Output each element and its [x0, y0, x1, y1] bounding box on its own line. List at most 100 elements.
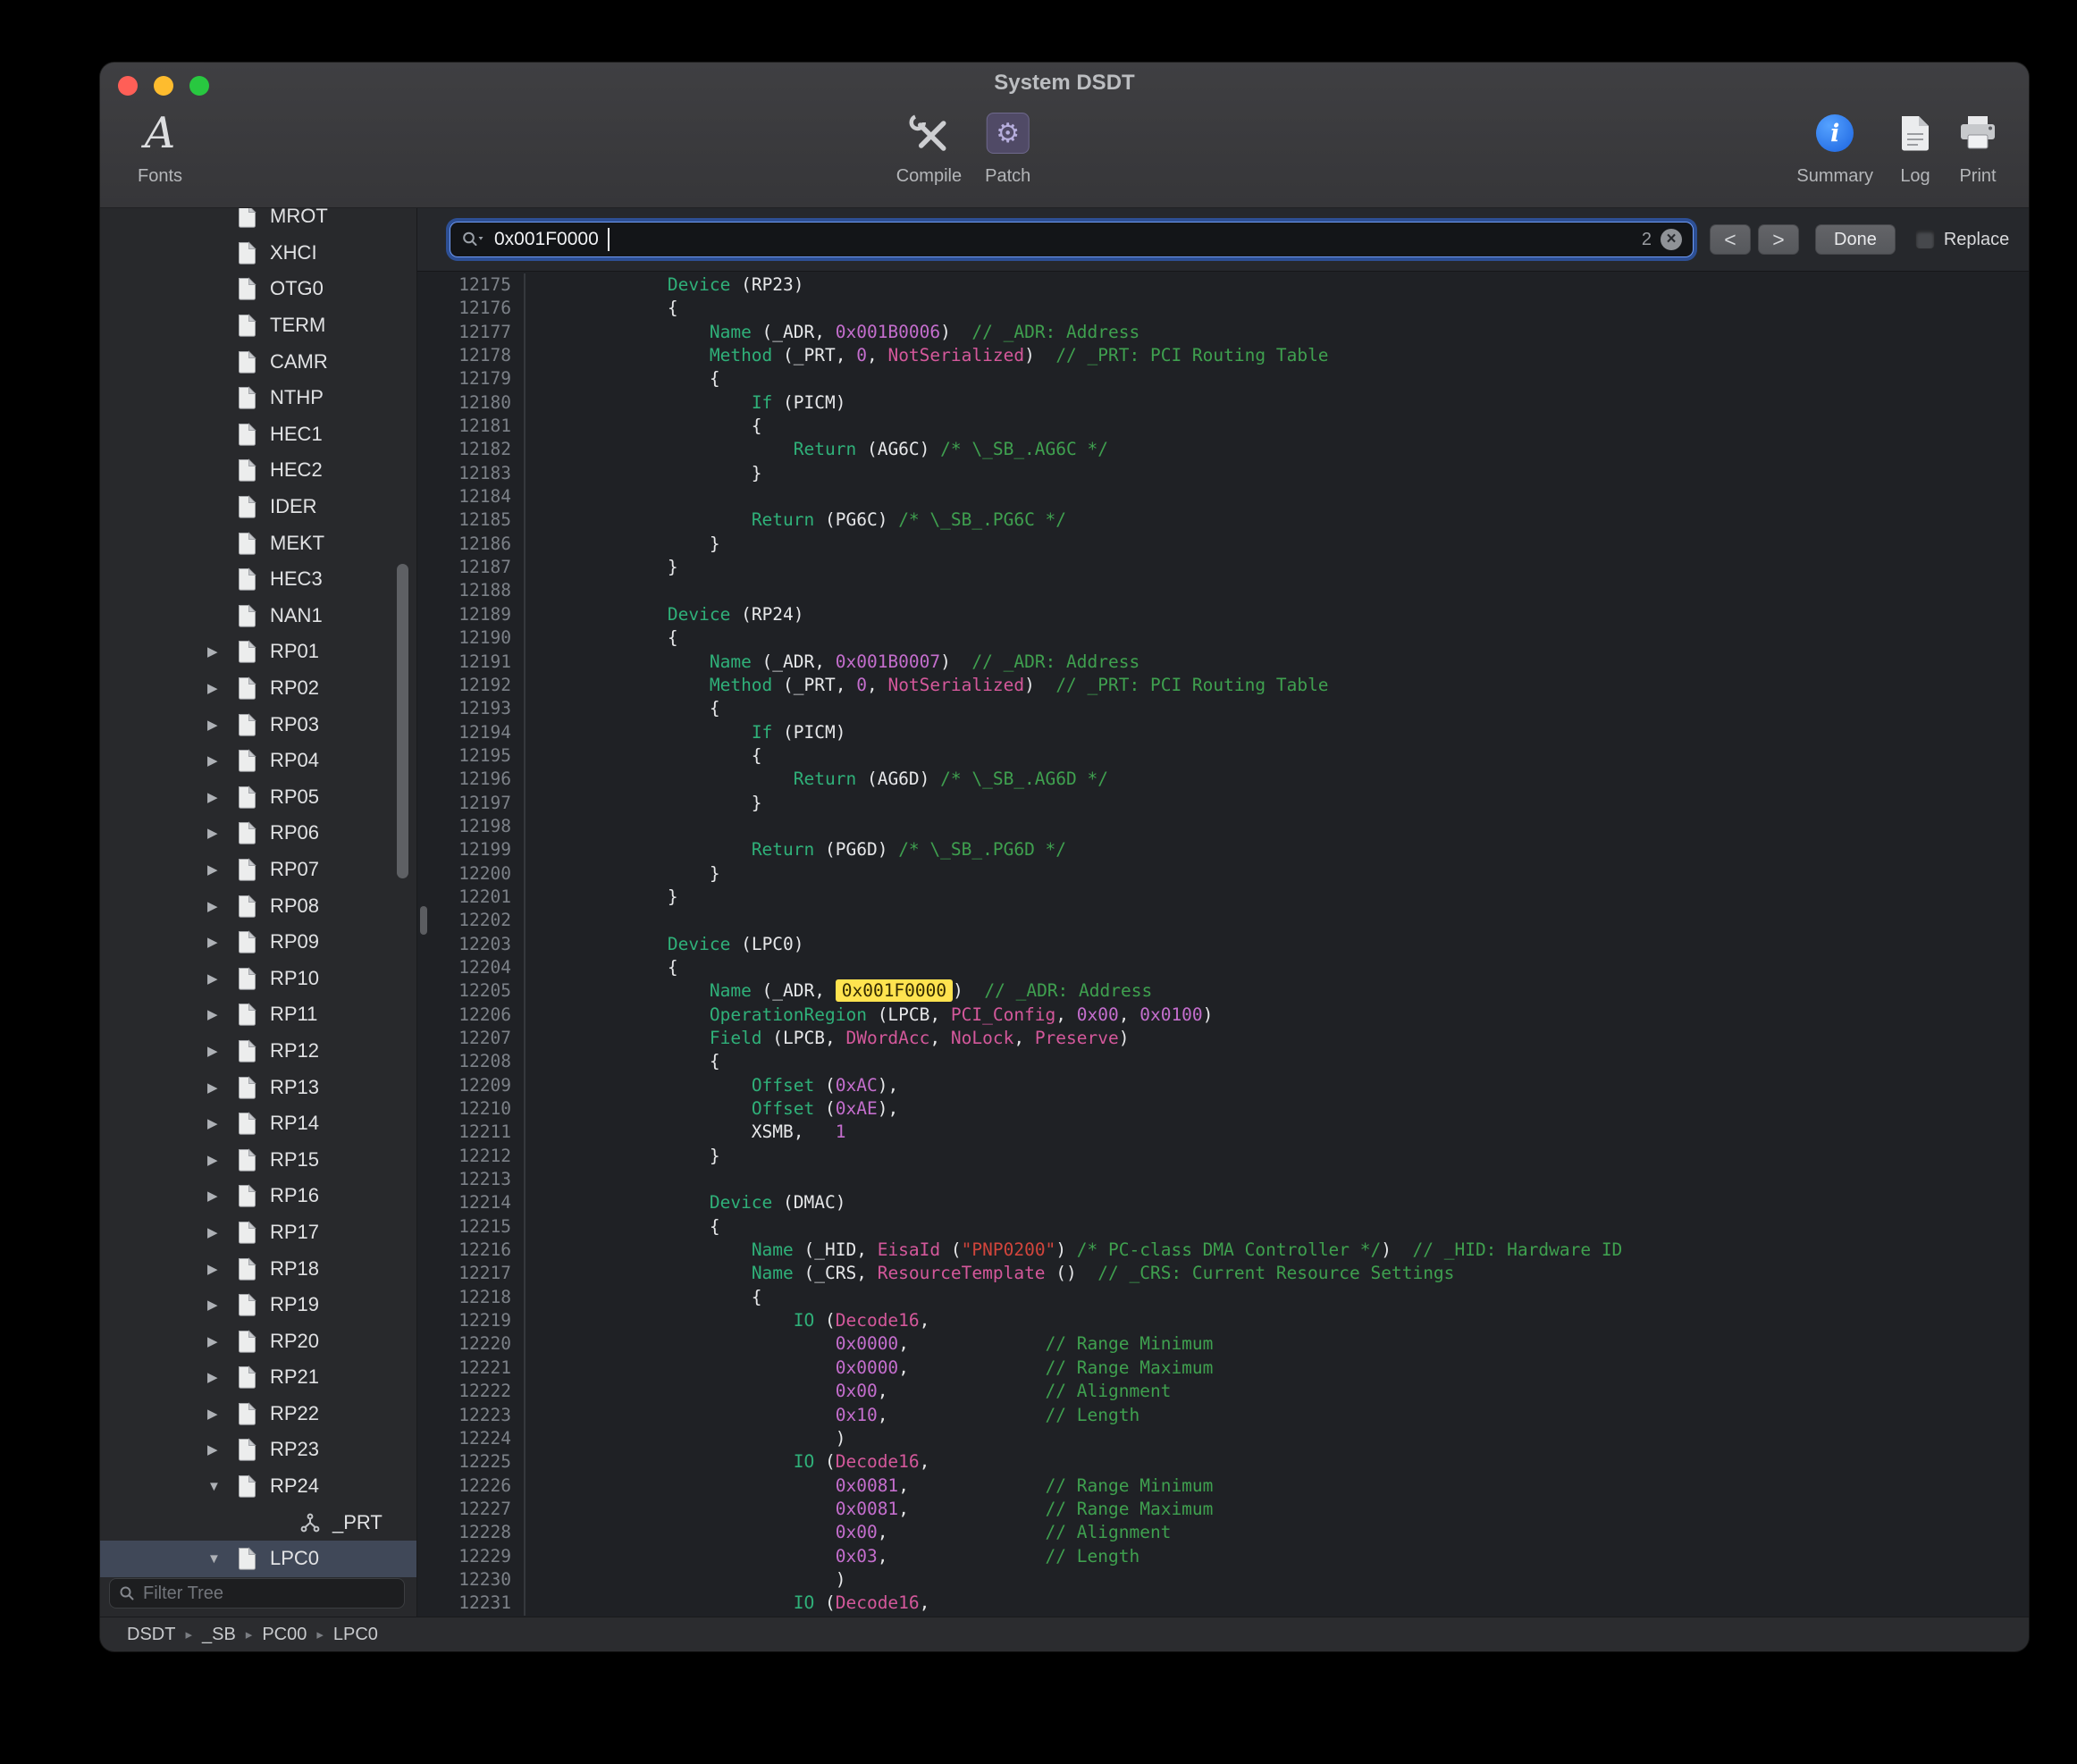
code-line[interactable]: 12217 Name (_CRS, ResourceTemplate () //…: [417, 1262, 2029, 1285]
sidebar-item-rp03[interactable]: ▶RP03: [100, 706, 416, 743]
code-line[interactable]: 12188: [417, 579, 2029, 602]
code-line[interactable]: 12231 IO (Decode16,: [417, 1592, 2029, 1615]
sidebar-item-rp06[interactable]: ▶RP06: [100, 815, 416, 852]
sidebar-item-term[interactable]: TERM: [100, 307, 416, 344]
code-line[interactable]: 12223 0x10, // Length: [417, 1404, 2029, 1427]
code-line[interactable]: 12177 Name (_ADR, 0x001B0006) // _ADR: A…: [417, 321, 2029, 344]
code-line[interactable]: 12205 Name (_ADR, 0x001F0000) // _ADR: A…: [417, 979, 2029, 1003]
sidebar-item-hec3[interactable]: HEC3: [100, 561, 416, 598]
code-line[interactable]: 12199 Return (PG6D) /* \_SB_.PG6D */: [417, 838, 2029, 861]
code-line[interactable]: 12175 Device (RP23): [417, 273, 2029, 297]
sidebar-item-rp17[interactable]: ▶RP17: [100, 1214, 416, 1251]
sidebar-item-rp08[interactable]: ▶RP08: [100, 887, 416, 924]
sidebar-item-rp05[interactable]: ▶RP05: [100, 779, 416, 816]
chevron-right-icon[interactable]: ▶: [207, 1006, 238, 1022]
code-line[interactable]: 12209 Offset (0xAC),: [417, 1074, 2029, 1097]
sidebar-item-lpc0[interactable]: ▼LPC0: [100, 1541, 416, 1577]
code-line[interactable]: 12214 Device (DMAC): [417, 1191, 2029, 1214]
chevron-right-icon[interactable]: ▶: [207, 861, 238, 878]
compile-button[interactable]: Compile: [896, 104, 962, 187]
sidebar-item-rp12[interactable]: ▶RP12: [100, 1033, 416, 1070]
code-line[interactable]: 12196 Return (AG6D) /* \_SB_.AG6D */: [417, 768, 2029, 791]
chevron-right-icon[interactable]: ▶: [207, 717, 238, 733]
code-line[interactable]: 12212 }: [417, 1145, 2029, 1168]
code-line[interactable]: 12184: [417, 485, 2029, 508]
sidebar-item-camr[interactable]: CAMR: [100, 343, 416, 380]
sidebar-item-rp21[interactable]: ▶RP21: [100, 1359, 416, 1396]
chevron-right-icon[interactable]: ▶: [207, 1188, 238, 1204]
filter-tree-input[interactable]: Filter Tree: [109, 1578, 405, 1609]
sidebar-item-rp14[interactable]: ▶RP14: [100, 1105, 416, 1142]
code-line[interactable]: 12187 }: [417, 556, 2029, 579]
code-line[interactable]: 12193 {: [417, 697, 2029, 720]
code-line[interactable]: 12198: [417, 815, 2029, 838]
done-button[interactable]: Done: [1815, 224, 1896, 255]
chevron-right-icon[interactable]: ▶: [207, 752, 238, 769]
code-line[interactable]: 12221 0x0000, // Range Maximum: [417, 1357, 2029, 1380]
code-line[interactable]: 12208 {: [417, 1050, 2029, 1073]
sidebar-item-rp24[interactable]: ▼RP24: [100, 1468, 416, 1505]
code-line[interactable]: 12207 Field (LPCB, DWordAcc, NoLock, Pre…: [417, 1027, 2029, 1050]
find-next-button[interactable]: >: [1758, 224, 1799, 255]
sidebar-item-nan1[interactable]: NAN1: [100, 598, 416, 634]
code-line[interactable]: 12226 0x0081, // Range Minimum: [417, 1474, 2029, 1498]
search-menu-icon[interactable]: [461, 231, 485, 248]
sidebar-item-rp11[interactable]: ▶RP11: [100, 996, 416, 1033]
chevron-right-icon[interactable]: ▶: [207, 1369, 238, 1385]
sidebar-item-ider[interactable]: IDER: [100, 489, 416, 525]
log-button[interactable]: Log: [1900, 104, 1930, 187]
chevron-right-icon[interactable]: ▶: [207, 789, 238, 805]
clear-search-button[interactable]: ×: [1661, 229, 1682, 250]
sidebar-item-rp02[interactable]: ▶RP02: [100, 670, 416, 707]
sidebar-item-nthp[interactable]: NTHP: [100, 380, 416, 416]
chevron-right-icon[interactable]: ▶: [207, 1115, 238, 1131]
chevron-right-icon[interactable]: ▶: [207, 1079, 238, 1096]
code-line[interactable]: 12185 Return (PG6C) /* \_SB_.PG6C */: [417, 508, 2029, 532]
code-line[interactable]: 12225 IO (Decode16,: [417, 1450, 2029, 1474]
chevron-right-icon[interactable]: ▶: [207, 898, 238, 914]
breadcrumb-item[interactable]: _SB: [202, 1625, 236, 1645]
sidebar-item-rp04[interactable]: ▶RP04: [100, 743, 416, 779]
code-line[interactable]: 12181 {: [417, 415, 2029, 438]
code-line[interactable]: 12189 Device (RP24): [417, 603, 2029, 626]
code-line[interactable]: 12197 }: [417, 792, 2029, 815]
code-line[interactable]: 12220 0x0000, // Range Minimum: [417, 1332, 2029, 1356]
code-line[interactable]: 12186 }: [417, 533, 2029, 556]
code-line[interactable]: 12194 If (PICM): [417, 721, 2029, 744]
sidebar-item-rp19[interactable]: ▶RP19: [100, 1287, 416, 1323]
chevron-right-icon[interactable]: ▶: [207, 1297, 238, 1313]
sidebar-item-rp13[interactable]: ▶RP13: [100, 1069, 416, 1105]
breadcrumb-item[interactable]: PC00: [262, 1625, 307, 1645]
sidebar-item-rp10[interactable]: ▶RP10: [100, 960, 416, 996]
code-line[interactable]: 12180 If (PICM): [417, 391, 2029, 415]
sidebar-item-rp20[interactable]: ▶RP20: [100, 1323, 416, 1359]
code-line[interactable]: 12227 0x0081, // Range Maximum: [417, 1498, 2029, 1521]
code-line[interactable]: 12176 {: [417, 297, 2029, 320]
chevron-right-icon[interactable]: ▶: [207, 1043, 238, 1059]
chevron-right-icon[interactable]: ▶: [207, 1406, 238, 1422]
code-line[interactable]: 12230 ): [417, 1568, 2029, 1592]
code-line[interactable]: 12213: [417, 1168, 2029, 1191]
chevron-right-icon[interactable]: ▶: [207, 825, 238, 841]
code-line[interactable]: 12202: [417, 909, 2029, 932]
sidebar-item-mrot[interactable]: MROT: [100, 208, 416, 235]
chevron-right-icon[interactable]: ▶: [207, 1333, 238, 1349]
code-line[interactable]: 12201 }: [417, 886, 2029, 909]
code-line[interactable]: 12215 {: [417, 1215, 2029, 1239]
code-line[interactable]: 12224 ): [417, 1427, 2029, 1450]
code-editor[interactable]: 12175 Device (RP23)12176 {12177 Name (_A…: [417, 272, 2029, 1617]
chevron-right-icon[interactable]: ▶: [207, 1441, 238, 1457]
patch-button[interactable]: ⚙ Patch: [985, 104, 1030, 187]
chevron-right-icon[interactable]: ▶: [207, 680, 238, 696]
sidebar-item-otg0[interactable]: OTG0: [100, 271, 416, 307]
sidebar-item-rp15[interactable]: ▶RP15: [100, 1141, 416, 1178]
chevron-down-icon[interactable]: ▼: [207, 1551, 238, 1567]
code-line[interactable]: 12229 0x03, // Length: [417, 1545, 2029, 1568]
code-line[interactable]: 12200 }: [417, 862, 2029, 886]
sidebar-item-xhci[interactable]: XHCI: [100, 235, 416, 272]
chevron-right-icon[interactable]: ▶: [207, 1261, 238, 1277]
sidebar-item-rp18[interactable]: ▶RP18: [100, 1250, 416, 1287]
chevron-down-icon[interactable]: ▼: [207, 1479, 238, 1494]
chevron-right-icon[interactable]: ▶: [207, 643, 238, 659]
print-button[interactable]: Print: [1957, 104, 1998, 187]
